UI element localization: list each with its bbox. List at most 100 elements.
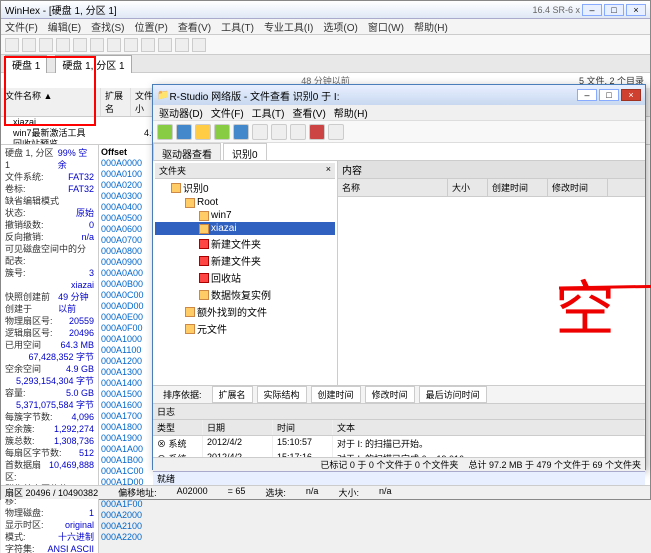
min-button[interactable]: – bbox=[582, 4, 602, 16]
rs-tool-scan-icon[interactable] bbox=[195, 124, 211, 140]
tree-node[interactable]: 额外找到的文件 bbox=[155, 303, 335, 320]
menu-pro[interactable]: 专业工具(I) bbox=[264, 19, 313, 34]
info-row: 快照创建前创建于49 分钟以前 bbox=[3, 291, 96, 315]
tool-print-icon[interactable] bbox=[39, 38, 53, 52]
col-name[interactable]: 文件名称 ▲ bbox=[1, 88, 101, 116]
hex-row[interactable]: 000A2000 bbox=[101, 510, 648, 521]
sort-modified[interactable]: 修改时间 bbox=[365, 386, 415, 403]
hex-row[interactable]: 000A2100 bbox=[101, 521, 648, 532]
close-button[interactable]: × bbox=[626, 4, 646, 16]
sort-created[interactable]: 创建时间 bbox=[311, 386, 361, 403]
rs-tool-open-icon[interactable] bbox=[176, 124, 192, 140]
info-row: 簇号:3 bbox=[3, 267, 96, 279]
menu-search[interactable]: 查找(S) bbox=[91, 19, 124, 34]
menu-edit[interactable]: 编辑(E) bbox=[48, 19, 81, 34]
status-offset-label: 偏移地址: bbox=[118, 486, 157, 499]
tab-partition1[interactable]: 硬盘 1, 分区 1 bbox=[55, 55, 131, 73]
lh-date[interactable]: 日期 bbox=[203, 420, 273, 435]
tree-node[interactable]: 数据恢复实例 bbox=[155, 286, 335, 303]
menu-options[interactable]: 选项(O) bbox=[323, 19, 357, 34]
tool-back-icon[interactable] bbox=[90, 38, 104, 52]
info-row: 每扇区字节数:512 bbox=[3, 447, 96, 459]
rs-tool-up-icon[interactable] bbox=[271, 124, 287, 140]
log-row[interactable]: ⊗ 系统2012/4/215:10:57对于 I: 的扫描已开始。 bbox=[153, 436, 645, 451]
rs-menu-drive[interactable]: 驱动器(D) bbox=[159, 105, 203, 120]
tree-node[interactable]: 元文件 bbox=[155, 320, 335, 337]
tool-find-icon[interactable] bbox=[56, 38, 70, 52]
max-button[interactable]: □ bbox=[604, 4, 624, 16]
rs-menu-help[interactable]: 帮助(H) bbox=[334, 105, 368, 120]
col-ext[interactable]: 扩展名 bbox=[101, 88, 131, 116]
tree-node[interactable]: 新建文件夹 bbox=[155, 235, 335, 252]
rs-tool-options-icon[interactable] bbox=[328, 124, 344, 140]
sort-struct[interactable]: 实际结构 bbox=[257, 386, 307, 403]
ch-size[interactable]: 大小 bbox=[448, 179, 488, 196]
info-row: 逻辑扇区号:20496 bbox=[3, 327, 96, 339]
info-row: 空余簇:1,292,274 bbox=[3, 423, 96, 435]
menu-position[interactable]: 位置(P) bbox=[134, 19, 167, 34]
info-row: 5,293,154,304 字节 bbox=[3, 375, 96, 387]
content-title: 内容 bbox=[338, 161, 645, 179]
tool-goto-icon[interactable] bbox=[73, 38, 87, 52]
lh-text[interactable]: 文本 bbox=[333, 420, 645, 435]
tool-hex-icon[interactable] bbox=[175, 38, 189, 52]
rstudio-menubar: 驱动器(D) 文件(F) 工具(T) 查看(V) 帮助(H) bbox=[153, 105, 645, 121]
log-row[interactable]: ⊗ 系统2012/4/215:17:16对于 I: 的扫描已完成 6m:19.0… bbox=[153, 451, 645, 457]
rs-menu-tools[interactable]: 工具(T) bbox=[252, 105, 285, 120]
rstudio-titlebar[interactable]: 📁 R-Studio 网络版 - 文件查看 识别0 于 I: – □ × bbox=[153, 85, 645, 105]
sort-accessed[interactable]: 最后访问时间 bbox=[419, 386, 487, 403]
winhex-titlebar[interactable]: WinHex - [硬盘 1, 分区 1] 16.4 SR-6 x – □ × bbox=[1, 1, 650, 19]
rs-tool-find-icon[interactable] bbox=[233, 124, 249, 140]
menu-window[interactable]: 窗口(W) bbox=[368, 19, 404, 34]
sort-ext[interactable]: 扩展名 bbox=[212, 386, 253, 403]
menu-help[interactable]: 帮助(H) bbox=[414, 19, 448, 34]
tool-paste-icon[interactable] bbox=[141, 38, 155, 52]
ch-modified[interactable]: 修改时间 bbox=[548, 179, 608, 196]
rs-tool-preview-icon[interactable] bbox=[290, 124, 306, 140]
rs-max-button[interactable]: □ bbox=[599, 89, 619, 101]
tree-node[interactable]: win7 bbox=[155, 209, 335, 222]
tab-disk1[interactable]: 硬盘 1 bbox=[5, 55, 47, 73]
tool-copy-icon[interactable] bbox=[124, 38, 138, 52]
hex-row[interactable]: 000A2200 bbox=[101, 532, 648, 543]
tool-calc-icon[interactable] bbox=[158, 38, 172, 52]
rs-menu-view[interactable]: 查看(V) bbox=[292, 105, 325, 120]
tool-opts-icon[interactable] bbox=[192, 38, 206, 52]
tree-node[interactable]: 回收站 bbox=[155, 269, 335, 286]
rs-tool-mask-icon[interactable] bbox=[252, 124, 268, 140]
info-row: 首数据扇区:10,469,888 bbox=[3, 459, 96, 483]
info-row: 已用空间64.3 MB bbox=[3, 339, 96, 351]
rs-tool-refresh-icon[interactable] bbox=[157, 124, 173, 140]
tool-open-icon[interactable] bbox=[5, 38, 19, 52]
rs-tool-stop-icon[interactable] bbox=[309, 124, 325, 140]
ch-created[interactable]: 创建时间 bbox=[488, 179, 548, 196]
tree-node[interactable]: xiazai bbox=[155, 222, 335, 235]
lh-time[interactable]: 时间 bbox=[273, 420, 333, 435]
tool-fwd-icon[interactable] bbox=[107, 38, 121, 52]
tree-close-icon[interactable]: × bbox=[326, 164, 331, 177]
menu-view[interactable]: 查看(V) bbox=[178, 19, 211, 34]
rstudio-statusbar: 已标记 0 于 0 个文件于 0 个文件夹 总计 97.2 MB 于 479 个… bbox=[153, 457, 645, 471]
menu-file[interactable]: 文件(F) bbox=[5, 19, 38, 34]
menu-tools[interactable]: 工具(T) bbox=[221, 19, 254, 34]
hex-row[interactable]: 000A1F00 bbox=[101, 499, 648, 510]
log-header: 类型 日期 时间 文本 bbox=[153, 420, 645, 436]
tree-node[interactable]: Root bbox=[155, 196, 335, 209]
rs-ready: 就绪 bbox=[157, 474, 175, 484]
tree-node[interactable]: 识别0 bbox=[155, 179, 335, 196]
rstudio-title: R-Studio 网络版 - 文件查看 识别0 于 I: bbox=[169, 88, 339, 103]
folder-icon bbox=[185, 198, 195, 208]
rs-min-button[interactable]: – bbox=[577, 89, 597, 101]
rs-close-button[interactable]: × bbox=[621, 89, 641, 101]
info-row: 撤销级数:0 bbox=[3, 219, 96, 231]
rs-tab-recognize[interactable]: 识别0 bbox=[223, 143, 267, 160]
rs-tool-recover-icon[interactable] bbox=[214, 124, 230, 140]
folder-icon bbox=[199, 239, 209, 249]
folder-icon bbox=[185, 324, 195, 334]
tree-node[interactable]: 新建文件夹 bbox=[155, 252, 335, 269]
ch-name[interactable]: 名称 bbox=[338, 179, 448, 196]
lh-type[interactable]: 类型 bbox=[153, 420, 203, 435]
tool-save-icon[interactable] bbox=[22, 38, 36, 52]
rs-tab-driveview[interactable]: 驱动器查看 bbox=[153, 143, 221, 160]
rs-menu-file[interactable]: 文件(F) bbox=[211, 105, 244, 120]
